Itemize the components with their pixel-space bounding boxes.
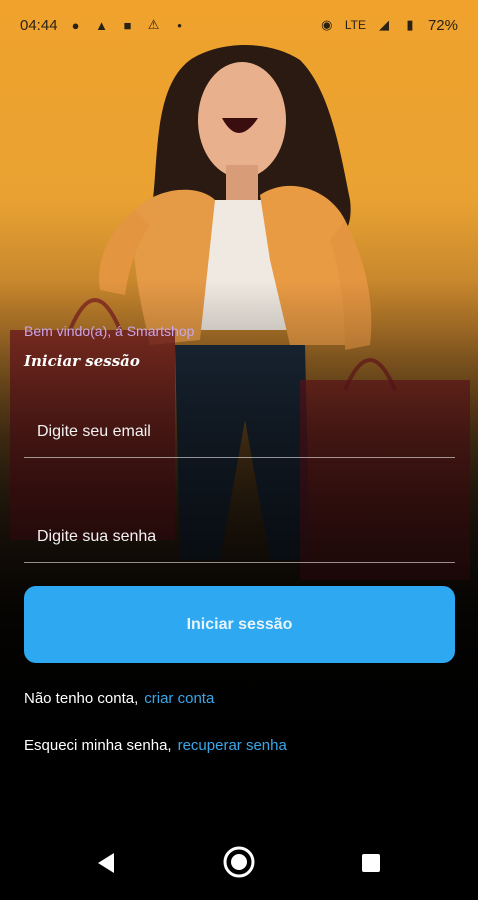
create-account-link[interactable]: criar conta [144,690,214,707]
login-screen: 04:44 ● ▲ ■ ⚠ • ◉ LTE ◢ ▮ 72% Bem vindo(… [0,0,478,900]
forgot-text: Esqueci minha senha, [24,737,172,754]
email-placeholder: Digite seu email [37,422,151,440]
recent-apps-icon[interactable] [361,853,381,873]
snapchat-icon: ● [71,17,80,33]
welcome-text: Bem vindo(a), á Smartshop [24,323,195,339]
email-field[interactable]: Digite seu email [24,406,455,458]
status-bar: 04:44 ● ▲ ■ ⚠ • ◉ LTE ◢ ▮ 72% [0,0,478,50]
battery-level: 72% [427,16,458,34]
forgot-password-line: Esqueci minha senha, recuperar senha [24,737,287,754]
login-button[interactable]: Iniciar sessão [24,586,455,663]
home-icon[interactable] [222,845,256,879]
navigation-bar [0,840,478,900]
a-circle-icon: ▲ [95,17,108,33]
recover-password-link[interactable]: recuperar senha [178,737,287,754]
page-title: Iniciar sessão [24,352,140,370]
signal-icon: ◢ [378,17,389,32]
network-type: LTE [344,18,366,32]
dot-icon: • [177,17,182,33]
no-account-text: Não tenho conta, [24,690,139,707]
no-account-line: Não tenho conta, criar conta [24,690,214,707]
warning-icon: ⚠ [147,17,160,32]
status-time: 04:44 [20,16,58,34]
keyhole-icon: ■ [123,17,132,33]
back-icon[interactable] [96,852,116,874]
password-placeholder: Digite sua senha [37,527,157,545]
password-field[interactable]: Digite sua senha [24,511,455,563]
battery-icon: ▮ [406,17,414,32]
eye-icon: ◉ [321,17,333,32]
